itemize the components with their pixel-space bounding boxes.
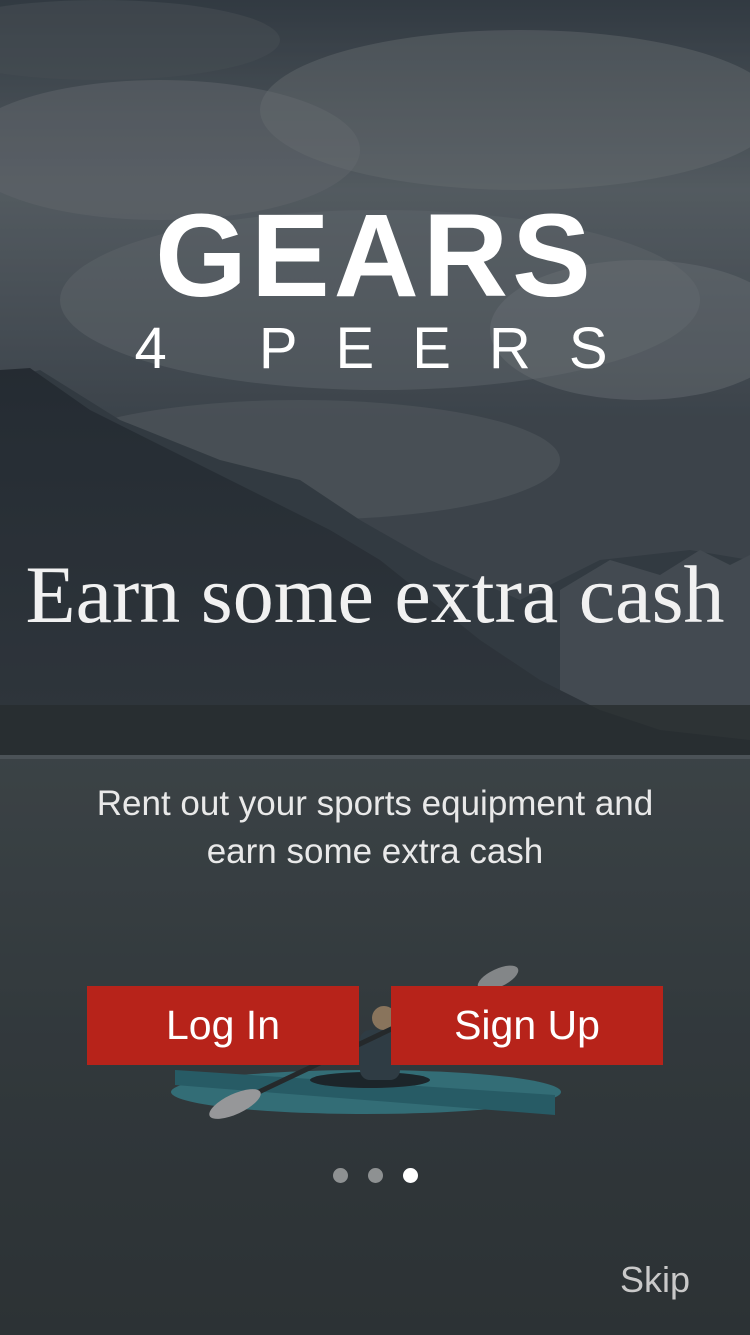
onboarding-screen: GEARS 4 PEERS Earn some extra cash Rent … <box>0 0 750 1335</box>
page-dot-1[interactable] <box>332 1168 348 1183</box>
logo-title: GEARS <box>155 190 595 322</box>
page-dot-3-active[interactable] <box>402 1168 418 1183</box>
onboarding-headline: Earn some extra cash <box>25 549 725 640</box>
login-button[interactable]: Log In <box>87 986 359 1065</box>
page-dot-2[interactable] <box>367 1168 383 1183</box>
logo-subtitle: 4 PEERS <box>134 316 646 381</box>
signup-button[interactable]: Sign Up <box>391 986 663 1065</box>
onboarding-description: Rent out your sports equipment and earn … <box>96 784 654 871</box>
skip-button[interactable]: Skip <box>620 1258 690 1302</box>
page-indicator <box>0 1168 750 1183</box>
app-logo: GEARS 4 PEERS <box>0 196 750 384</box>
